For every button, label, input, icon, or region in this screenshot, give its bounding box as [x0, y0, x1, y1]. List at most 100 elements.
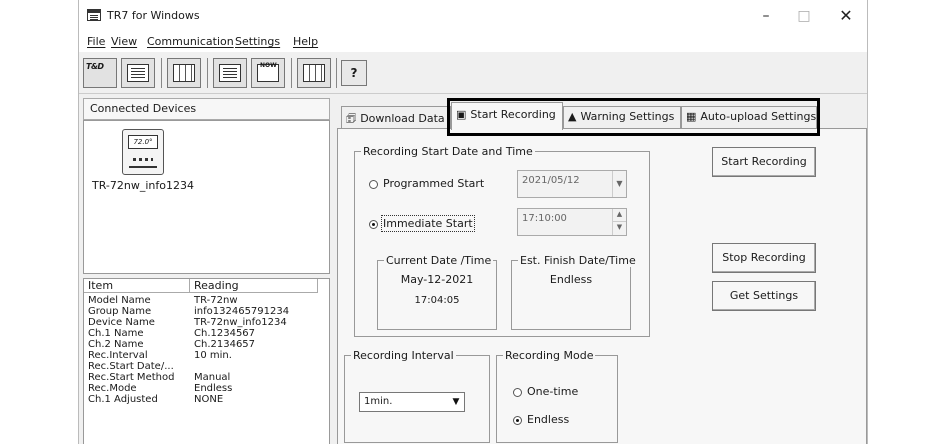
one-time-label[interactable]: One-time — [527, 385, 578, 398]
group-title: Recording Start Date and Time — [361, 145, 535, 158]
data-list-button[interactable] — [121, 58, 155, 88]
device-info-table: Item Reading Model Name TR-72nw Group Nam… — [83, 278, 330, 444]
tab-auto-upload-settings[interactable]: ▦ Auto-upload Settings — [681, 106, 817, 128]
endless-label[interactable]: Endless — [527, 413, 569, 426]
recording-interval-group: Recording Interval 1min. ▼ — [344, 349, 490, 443]
window-title: TR7 for Windows — [107, 9, 200, 22]
menu-settings[interactable]: Settings — [235, 35, 280, 48]
tab-bar: 🗊 Download Data ▣ Start Recording ▲ Warning… — [335, 96, 867, 136]
menu-file[interactable]: File — [87, 35, 105, 48]
device-base — [129, 166, 157, 168]
table-row: Group Name info132465791234 — [88, 306, 290, 317]
app-icon — [87, 9, 101, 21]
minimize-button[interactable]: – — [751, 6, 781, 26]
toolbar-separator — [291, 58, 292, 88]
table-header: Item Reading — [84, 279, 329, 293]
table-row: Ch.2 Name Ch.2134657 — [88, 339, 256, 350]
tab-download-data[interactable]: 🗊 Download Data — [341, 106, 451, 128]
table-row: Rec.Start Method Manual — [88, 372, 231, 383]
download-icon: 🗊 — [346, 112, 357, 125]
start-recording-button[interactable]: Start Recording — [712, 147, 816, 177]
title-bar: TR7 for Windows – □ ✕ — [79, 0, 867, 32]
table-row: Rec.Interval 10 min. — [88, 350, 232, 361]
document-icon — [127, 64, 149, 82]
table-row: Device Name TR-72nw_info1234 — [88, 317, 287, 328]
recorder-icon: ▣ — [456, 108, 467, 121]
warning-icon: ▲ — [568, 110, 577, 123]
now-icon — [257, 62, 279, 82]
window-icon — [303, 64, 325, 82]
toolbar-separator — [207, 58, 208, 88]
current-datetime-group: Current Date /Time May-12-2021 17:04:05 — [377, 254, 497, 330]
window-layout-button[interactable] — [297, 58, 331, 88]
menu-communication[interactable]: Communication — [147, 35, 234, 48]
endless-radio[interactable] — [513, 416, 522, 425]
programmed-date-value: 2021/05/12 — [522, 175, 580, 186]
est-finish-value: Endless — [549, 273, 593, 286]
table-row: Ch.1 Name Ch.1234567 — [88, 328, 256, 339]
current-readings-button[interactable] — [251, 58, 285, 88]
device-list: 72.0° TR-72nw_info1234 — [83, 120, 330, 274]
programmed-start-label[interactable]: Programmed Start — [383, 177, 484, 190]
group-title: Recording Mode — [503, 349, 596, 362]
menu-view[interactable]: View — [111, 35, 137, 48]
start-recording-panel: Recording Start Date and Time Programmed… — [337, 128, 867, 444]
est-finish-group: Est. Finish Date/Time Endless — [511, 254, 638, 330]
group-title: Est. Finish Date/Time — [518, 254, 638, 267]
immediate-time-spinner: 17:10:00 ▲ ▼ — [517, 208, 627, 236]
tab-warning-settings[interactable]: ▲ Warning Settings — [563, 106, 681, 128]
spin-down-icon: ▼ — [612, 222, 626, 235]
programmed-start-radio[interactable] — [369, 180, 378, 189]
stop-recording-button[interactable]: Stop Recording — [712, 243, 816, 273]
maximize-button[interactable]: □ — [789, 6, 819, 26]
graph-button[interactable] — [167, 58, 201, 88]
help-cursor-icon: ? — [350, 66, 358, 80]
logger-device-icon[interactable]: 72.0° — [122, 129, 164, 175]
device-icon — [219, 64, 241, 82]
current-date: May-12-2021 — [400, 273, 474, 286]
table-row: Rec.Start Date/... — [88, 361, 174, 372]
interval-select[interactable]: 1min. ▼ — [359, 392, 465, 412]
table-row: Ch.1 Adjusted NONE — [88, 394, 224, 405]
tnd-logo-icon: T&D — [86, 62, 104, 71]
table-row: Model Name TR-72nw — [88, 295, 238, 306]
device-settings-button[interactable] — [213, 58, 247, 88]
tab-label: Warning Settings — [580, 110, 675, 123]
table-row: Rec.Mode Endless — [88, 383, 233, 394]
chevron-down-icon: ▼ — [612, 171, 626, 197]
interval-value: 1min. — [364, 396, 393, 407]
tnd-button[interactable]: T&D — [83, 58, 117, 88]
column-header-reading[interactable]: Reading — [190, 279, 318, 293]
app-window: TR7 for Windows – □ ✕ File View Communic… — [78, 0, 868, 444]
tab-label: Download Data — [360, 112, 445, 125]
toolbar-separator — [336, 58, 337, 88]
group-title: Recording Interval — [351, 349, 456, 362]
device-screen: 72.0° — [128, 135, 158, 149]
group-title: Current Date /Time — [384, 254, 494, 267]
column-header-item[interactable]: Item — [84, 279, 190, 293]
menu-help[interactable]: Help — [293, 35, 318, 48]
recording-mode-group: Recording Mode One-time Endless — [496, 349, 618, 443]
toolbar: T&D ? — [79, 52, 867, 94]
help-button[interactable]: ? — [341, 60, 367, 86]
close-button[interactable]: ✕ — [831, 6, 861, 26]
current-time: 17:04:05 — [414, 295, 460, 306]
tab-label: Auto-upload Settings — [700, 110, 817, 123]
chevron-down-icon: ▼ — [452, 397, 460, 407]
one-time-radio[interactable] — [513, 388, 522, 397]
immediate-start-label[interactable]: Immediate Start — [381, 215, 475, 232]
main-panel: 🗊 Download Data ▣ Start Recording ▲ Warning… — [335, 96, 867, 444]
spin-up-icon: ▲ — [612, 209, 626, 222]
toolbar-separator — [161, 58, 162, 88]
device-name-label[interactable]: TR-72nw_info1234 — [92, 179, 194, 192]
network-icon: ▦ — [686, 110, 697, 123]
menu-bar: File View Communication Settings Help — [79, 32, 867, 52]
device-buttons — [133, 158, 153, 161]
programmed-date-select: 2021/05/12 ▼ — [517, 170, 627, 198]
connected-devices-header: Connected Devices — [83, 98, 330, 120]
immediate-time-value: 17:10:00 — [522, 213, 567, 224]
start-datetime-group: Recording Start Date and Time Programmed… — [354, 145, 650, 337]
immediate-start-radio[interactable] — [369, 220, 378, 229]
tab-start-recording[interactable]: ▣ Start Recording — [451, 102, 563, 130]
get-settings-button[interactable]: Get Settings — [712, 281, 816, 311]
